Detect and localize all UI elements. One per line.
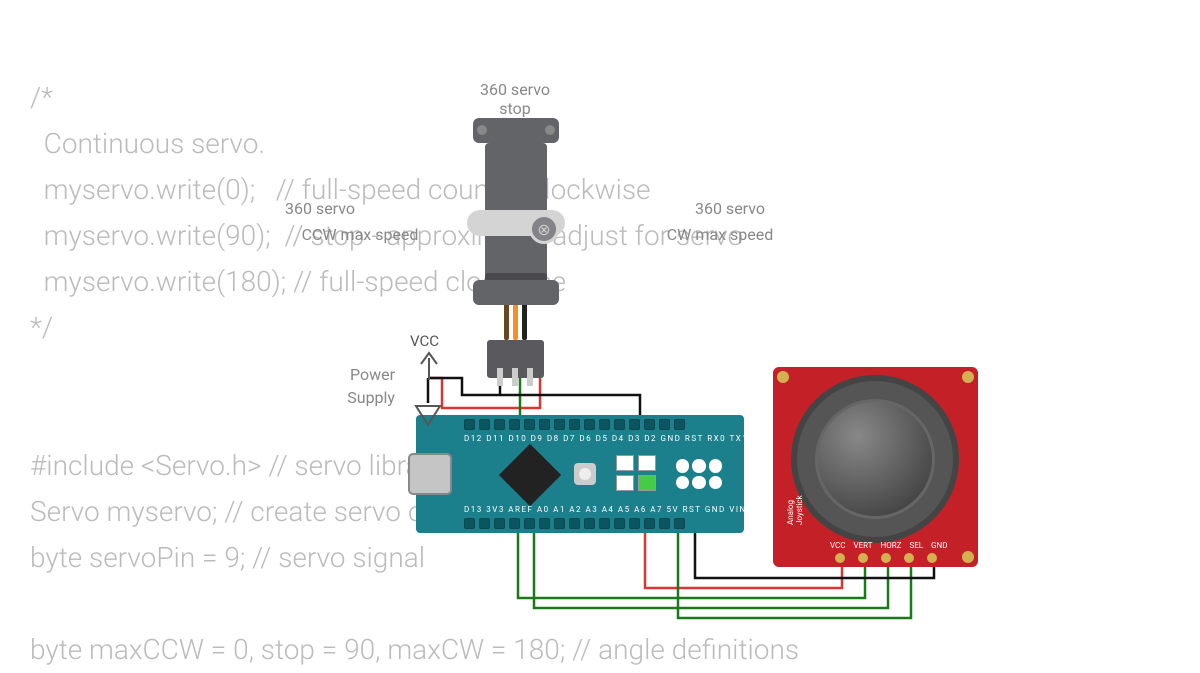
- code-listing: /* Continuous servo. myservo.write(0); /…: [30, 75, 799, 673]
- mounting-hole-icon: [962, 551, 974, 563]
- servo-mount-top: [473, 118, 559, 143]
- servo-component[interactable]: ⊗: [473, 118, 559, 298]
- label-servo-stop: 360 servo stop: [455, 80, 575, 118]
- servo-mount-bottom: [473, 280, 559, 305]
- status-leds: [616, 455, 656, 491]
- code-line: byte maxCCW = 0, stop = 90, maxCW = 180;…: [30, 633, 799, 666]
- code-line: /*: [30, 81, 53, 114]
- connector-pin: [527, 368, 533, 386]
- microcontroller-chip-icon: [499, 444, 561, 506]
- label-power: Power: [335, 365, 395, 384]
- code-line: */: [30, 311, 53, 344]
- joystick-title: Analog Joystick: [786, 475, 804, 525]
- joystick-module[interactable]: VCC VERT HORZ SEL GND Analog Joystick: [773, 367, 978, 567]
- connector-pin: [497, 368, 503, 386]
- label-servo-right: 360 servo: [620, 199, 840, 218]
- nano-pin-row-bottom: [464, 518, 685, 529]
- ground-symbol-icon: [413, 403, 443, 427]
- mounting-hole-icon: [777, 371, 789, 383]
- arduino-nano-board[interactable]: D12 D11 D10 D9 D8 D7 D6 D5 D4 D3 D2 GND …: [416, 415, 744, 533]
- label-vcc: VCC: [410, 332, 439, 350]
- icsp-header: [676, 459, 722, 489]
- label-servo-left: 360 servo: [260, 199, 380, 218]
- servo-axis-icon: ⊗: [529, 214, 559, 244]
- code-line: Continuous servo.: [30, 127, 265, 160]
- usb-port-icon: [408, 453, 452, 495]
- label-cw-speed: CW max speed: [640, 225, 800, 244]
- connector-pin: [512, 368, 518, 386]
- joystick-pin-labels: VCC VERT HORZ SEL GND: [830, 541, 947, 550]
- servo-connector[interactable]: [487, 340, 544, 378]
- reset-button[interactable]: [574, 463, 596, 485]
- nano-pin-labels-bottom: D13 3V3 AREF A0 A1 A2 A3 A4 A5 A6 A7 5V …: [464, 505, 747, 514]
- nano-pin-labels-top: D12 D11 D10 D9 D8 D7 D6 D5 D4 D3 D2 GND …: [464, 434, 748, 443]
- mounting-hole-icon: [962, 371, 974, 383]
- vcc-arrow-icon: [419, 350, 439, 380]
- joystick-thumbstick[interactable]: [815, 399, 935, 519]
- servo-horn[interactable]: ⊗: [467, 210, 565, 236]
- label-supply: Supply: [335, 388, 395, 407]
- joystick-base: [791, 375, 959, 543]
- joystick-pin-row: [835, 553, 937, 563]
- code-line: byte servoPin = 9; // servo signal: [30, 541, 425, 574]
- label-ccw-speed: CCW max speed: [270, 225, 450, 244]
- code-line: #include <Servo.h> // servo library: [30, 449, 444, 482]
- nano-pin-row-top: [464, 419, 685, 430]
